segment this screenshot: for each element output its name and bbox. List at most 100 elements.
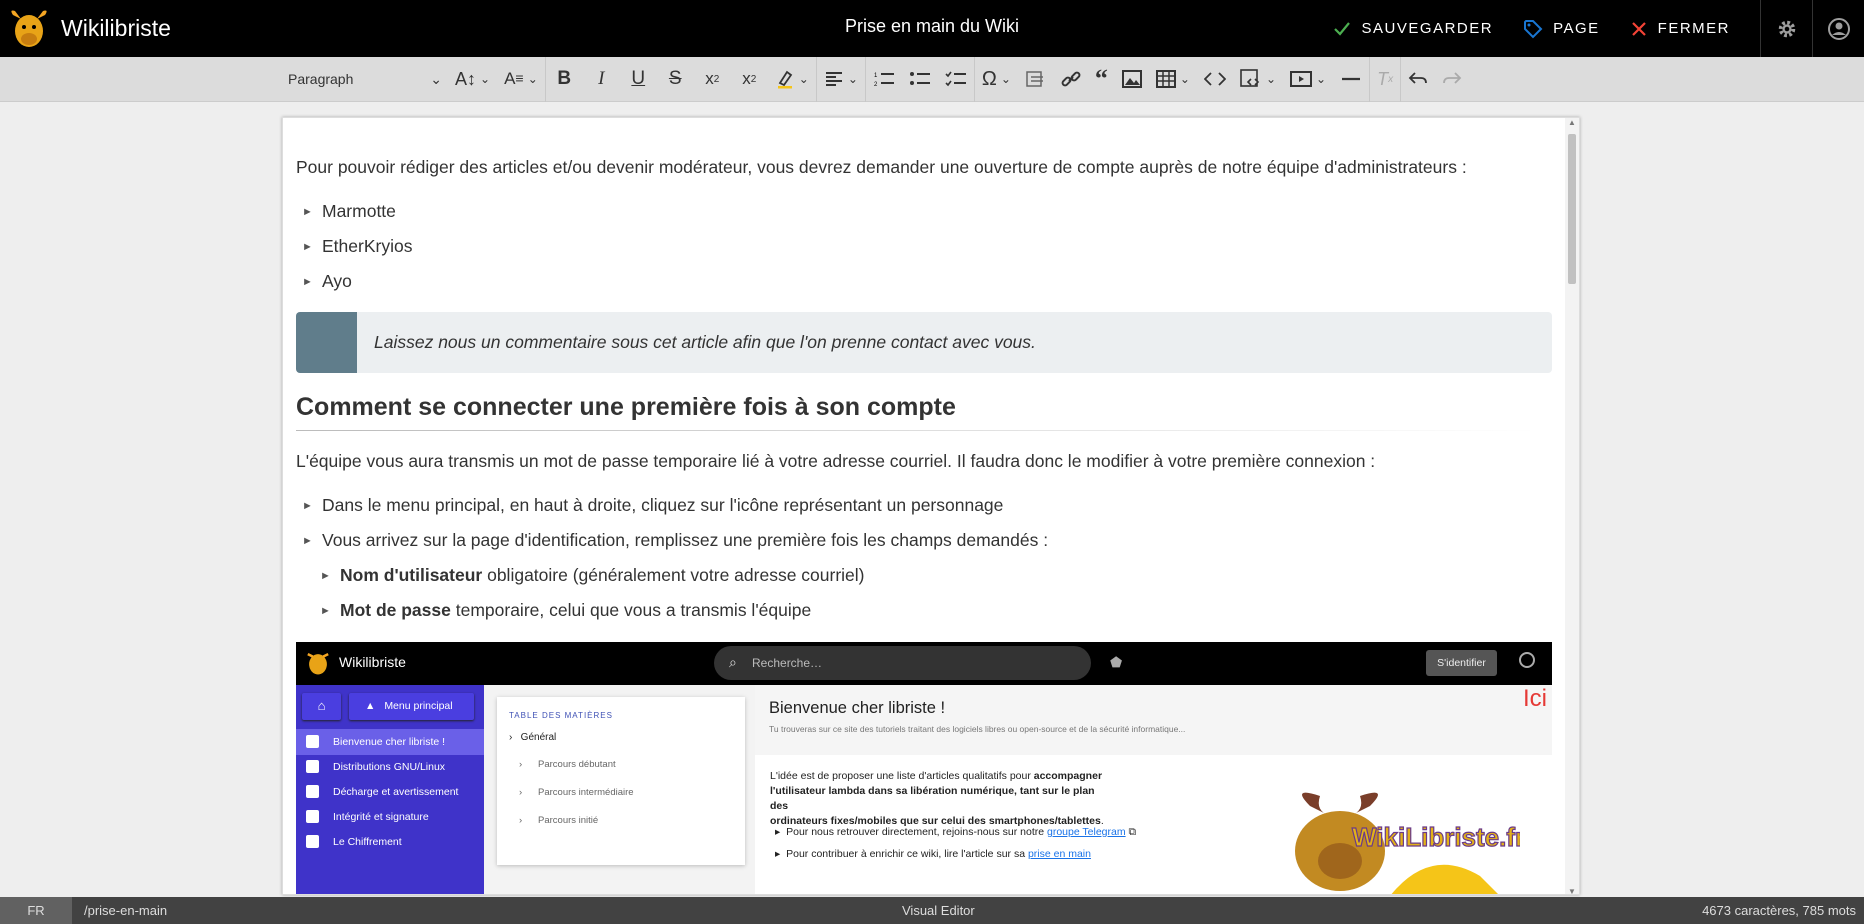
gear-icon	[1778, 20, 1795, 37]
shot-mascot-image: WikiLibriste.fr	[1295, 792, 1520, 894]
shot-side-item: Intégrité et signature	[306, 810, 429, 823]
word-count: 4673 caractères, 785 mots	[1702, 903, 1856, 918]
scroll-up-icon[interactable]: ▲	[1568, 118, 1576, 127]
shot-welcome-title: Bienvenue cher libriste !	[769, 699, 946, 717]
shot-intro-text: L'idée est de proposer une liste d'artic…	[770, 770, 1104, 827]
format-select[interactable]: Paragraph ⌄	[288, 57, 448, 102]
shot-toc-item: › Général	[509, 732, 557, 743]
settings-button[interactable]	[1760, 0, 1812, 57]
todo-list-button[interactable]	[938, 57, 974, 102]
shot-welcome-subtitle: Tu trouveras sur ce site des tutoriels t…	[769, 724, 1186, 734]
sub-step-bold: Mot de passe	[340, 600, 451, 620]
shot-menu-label: Menu principal	[384, 700, 453, 712]
remove-format-button[interactable]: Tx	[1370, 57, 1400, 102]
italic-button[interactable]: I	[583, 57, 620, 102]
font-size-button[interactable]: A↕ ⌄	[448, 57, 497, 102]
sub-step-item: Mot de passe temporaire, celui que vous …	[320, 600, 811, 621]
shot-header: Wikilibriste ⌕ Recherche… ⬟ S'identifier	[296, 642, 1552, 685]
language-badge[interactable]: FR	[0, 897, 72, 924]
embedded-screenshot-image[interactable]: Wikilibriste ⌕ Recherche… ⬟ S'identifier…	[296, 642, 1552, 894]
scroll-down-icon[interactable]: ▼	[1568, 887, 1576, 894]
format-label: Paragraph	[288, 71, 354, 87]
editor-mode: Visual Editor	[902, 903, 975, 918]
highlight-button[interactable]: ⌄	[768, 57, 816, 102]
account-button[interactable]	[1812, 0, 1864, 57]
superscript-button[interactable]: x2	[731, 57, 768, 102]
shot-ici-annotation: Ici	[1523, 685, 1547, 712]
blockquote: Laissez nous un commentaire sous cet art…	[296, 312, 1552, 373]
section-heading: Comment se connecter une première fois à…	[296, 393, 956, 421]
checklist-icon	[945, 71, 966, 87]
strikethrough-button[interactable]: S	[657, 57, 694, 102]
step-item: Vous arrivez sur la page d'identificatio…	[302, 530, 1048, 551]
undo-icon	[1408, 72, 1427, 84]
code-block-icon	[1240, 69, 1260, 87]
shot-sidebar: ⌂ ▲ Menu principal Bienvenue cher libris…	[296, 685, 484, 894]
bold-button[interactable]: B	[546, 57, 583, 102]
link-button[interactable]	[1054, 57, 1088, 102]
heading-underline	[296, 430, 1536, 431]
shot-welcome-header: Bienvenue cher libriste ! Tu trouveras s…	[755, 685, 1552, 755]
shot-account-icon	[1519, 652, 1535, 668]
shot-main: Bienvenue cher libriste ! Tu trouveras s…	[755, 685, 1552, 894]
page-path: /prise-en-main	[84, 903, 168, 918]
shot-side-item: Le Chiffrement	[306, 835, 402, 848]
close-button[interactable]: FERMER	[1630, 20, 1730, 38]
blockquote-button[interactable]: “	[1088, 57, 1115, 102]
shot-toc-item: › Parcours intermédiaire	[519, 787, 634, 798]
step-item: Dans le menu principal, en haut à droite…	[302, 495, 1003, 516]
shot-menu-button: ▲ Menu principal	[349, 693, 474, 720]
media-button[interactable]: ⌄	[1283, 57, 1333, 102]
scrollbar-thumb[interactable]	[1568, 134, 1576, 284]
align-button[interactable]: ⌄	[817, 57, 865, 102]
app-title[interactable]: Wikilibriste	[61, 15, 171, 42]
logo-icon[interactable]	[7, 7, 51, 51]
admin-item: Ayo	[302, 271, 352, 292]
shot-site-title: Wikilibriste	[339, 654, 406, 670]
highlight-icon	[777, 70, 792, 89]
shot-tag-icon: ⬟	[1110, 654, 1123, 670]
save-button[interactable]: SAUVEGARDER	[1332, 19, 1494, 39]
close-icon	[1631, 21, 1646, 36]
align-left-icon	[825, 72, 842, 86]
editor-toolbar: Paragraph ⌄ A↕ ⌄ A ≡ ⌄ B I U S x2 x2 ⌄ ⌄ 12…	[0, 56, 1864, 102]
shot-bullet: ▸ Pour contribuer à enrichir ce wiki, li…	[775, 848, 1091, 860]
editor-scrollbar[interactable]: ▲ ▼	[1565, 118, 1579, 894]
blockquote-bar	[296, 312, 357, 373]
image-button[interactable]	[1115, 57, 1149, 102]
account-icon	[1827, 17, 1850, 40]
sub-step-text: obligatoire (généralement votre adresse …	[482, 565, 865, 585]
top-bar: Wikilibriste Prise en main du Wiki SAUVE…	[0, 0, 1864, 57]
shot-side-item: Décharge et avertissement	[306, 785, 458, 798]
tag-icon	[1524, 19, 1543, 38]
page-label: PAGE	[1553, 20, 1600, 37]
shot-login-button: S'identifier	[1426, 650, 1497, 676]
horizontal-rule-button[interactable]	[1333, 57, 1369, 102]
paragraph: L'équipe vous aura transmis un mot de pa…	[296, 451, 1376, 471]
chevron-down-icon: ⌄	[430, 70, 442, 87]
redo-icon	[1443, 72, 1462, 84]
subscript-button[interactable]: x2	[694, 57, 731, 102]
code-block-button[interactable]: ⌄	[1233, 57, 1283, 102]
shot-toc-item: › Parcours initié	[519, 815, 599, 826]
numbered-list-button[interactable]: 12	[866, 57, 902, 102]
underline-button[interactable]: U	[620, 57, 657, 102]
font-family-button[interactable]: A ≡ ⌄	[497, 57, 545, 102]
paste-markdown-button[interactable]	[1018, 57, 1054, 102]
undo-button[interactable]	[1401, 57, 1435, 102]
svg-text:1: 1	[874, 73, 878, 79]
sub-step-item: Nom d'utilisateur obligatoire (généralem…	[320, 565, 865, 586]
check-icon	[1333, 21, 1350, 36]
svg-text:2: 2	[874, 82, 878, 88]
shot-brand-text: WikiLibriste.fr	[1352, 822, 1520, 852]
code-button[interactable]	[1197, 57, 1233, 102]
bullet-list-button[interactable]	[902, 57, 938, 102]
save-label: SAUVEGARDER	[1361, 20, 1494, 37]
numbered-list-icon: 12	[874, 73, 894, 88]
special-chars-button[interactable]: Ω ⌄	[975, 57, 1018, 102]
table-button[interactable]: ⌄	[1149, 57, 1197, 102]
admin-item: EtherKryios	[302, 236, 413, 257]
redo-button[interactable]	[1435, 57, 1469, 102]
page-button[interactable]: PAGE	[1523, 19, 1600, 39]
editor-canvas[interactable]: Pour pouvoir rédiger des articles et/ou …	[282, 117, 1580, 895]
